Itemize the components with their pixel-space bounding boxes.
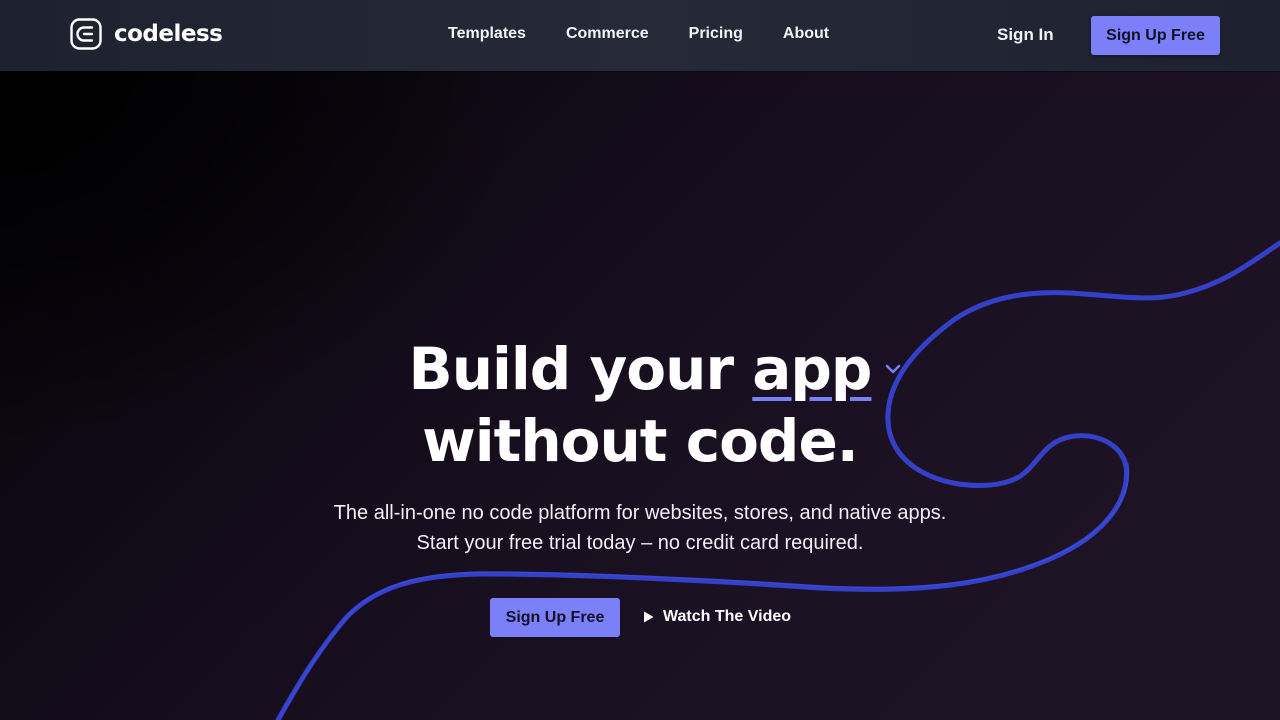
nav-item-pricing[interactable]: Pricing xyxy=(689,22,743,46)
hero-section: Build your app without code. The all-in-… xyxy=(0,71,1280,720)
rotating-keyword-dropdown[interactable]: app xyxy=(752,333,901,405)
watch-video-label: Watch The Video xyxy=(663,608,792,625)
codeless-c-logo-icon xyxy=(70,18,102,50)
header-sign-up-button[interactable]: Sign Up Free xyxy=(1091,16,1220,55)
nav-item-templates[interactable]: Templates xyxy=(448,22,526,46)
headline-line-2: without code. xyxy=(422,407,859,475)
main-nav: Templates Commerce Pricing About xyxy=(448,22,829,46)
brand-name: codeless xyxy=(114,21,223,47)
sign-in-link[interactable]: Sign In xyxy=(997,23,1054,47)
hero-subtext-line-2: Start your free trial today – no credit … xyxy=(416,532,864,554)
play-icon xyxy=(644,611,654,623)
nav-item-commerce[interactable]: Commerce xyxy=(566,22,649,46)
chevron-down-icon xyxy=(886,364,901,374)
hero-sign-up-button[interactable]: Sign Up Free xyxy=(490,598,620,637)
brand-logo-link[interactable]: codeless xyxy=(70,16,223,52)
hero-subtext-line-1: The all-in-one no code platform for webs… xyxy=(333,502,947,524)
hero-headline: Build your app without code. xyxy=(0,333,1280,477)
hero-subtext: The all-in-one no code platform for webs… xyxy=(0,498,1280,558)
watch-video-button[interactable]: Watch The Video xyxy=(643,607,791,627)
headline-line-1: Build your app xyxy=(0,333,1280,405)
headline-keyword: app xyxy=(752,335,872,403)
headline-prefix: Build your xyxy=(408,335,735,403)
top-navigation-bar: codeless Templates Commerce Pricing Abou… xyxy=(0,0,1280,71)
nav-item-about[interactable]: About xyxy=(783,22,829,46)
